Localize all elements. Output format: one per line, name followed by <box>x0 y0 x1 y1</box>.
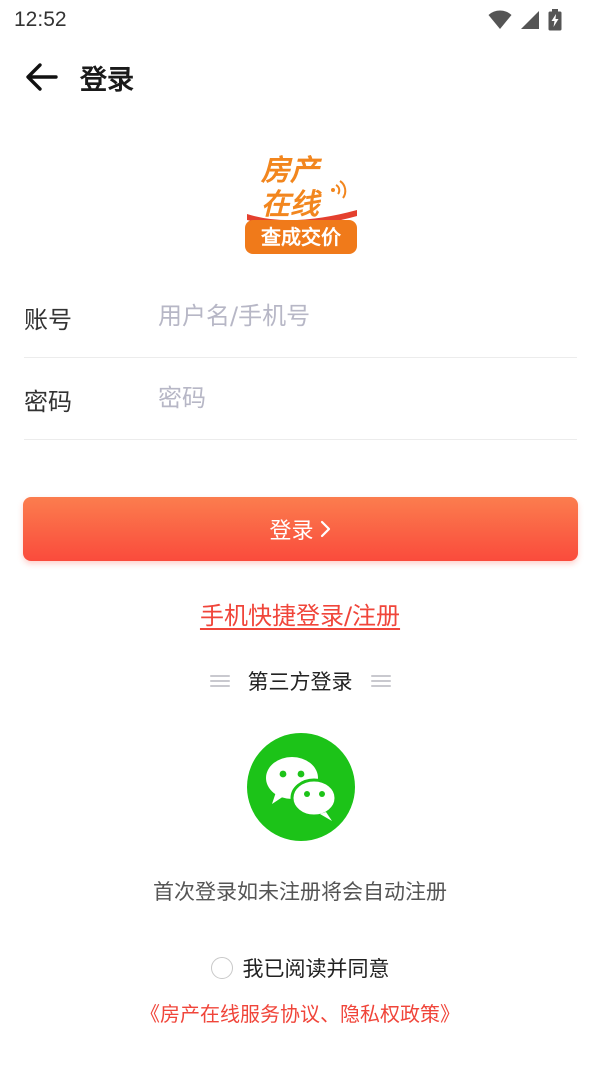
back-button[interactable] <box>22 60 62 94</box>
agreement-label: 我已阅读并同意 <box>242 957 390 981</box>
cell-signal-icon <box>521 11 539 29</box>
login-button-label: 登录 <box>269 519 314 544</box>
wechat-icon <box>247 733 355 841</box>
agreement-checkbox[interactable] <box>210 957 233 979</box>
quick-login-link[interactable]: 手机快捷登录/注册 <box>200 602 400 630</box>
chevron-right-icon <box>320 520 330 538</box>
arrow-left-icon <box>26 63 58 91</box>
policy-link[interactable]: 《房产在线服务协议、隐私权政策》 <box>0 998 600 1027</box>
logo-banner-text: 查成交价 <box>261 225 342 249</box>
divider-lines-right <box>370 675 391 687</box>
logo-text-line2: 在线 <box>261 187 322 221</box>
app-logo: 房产 在线 查成交价 <box>245 153 357 254</box>
account-input[interactable] <box>158 294 568 338</box>
third-party-label: 第三方登录 <box>247 670 353 694</box>
third-party-divider: 第三方登录 <box>0 664 600 698</box>
password-row: 密码 <box>24 358 577 440</box>
login-button[interactable]: 登录 <box>23 497 578 561</box>
divider-lines-left <box>209 675 230 687</box>
app-header: 登录 <box>0 50 600 106</box>
auto-register-note: 首次登录如未注册将会自动注册 <box>153 880 447 904</box>
account-label: 账号 <box>24 306 72 334</box>
battery-charging-icon <box>548 9 562 31</box>
status-bar: 12:52 <box>0 0 600 40</box>
login-screen: 12:52 登录 房产 在线 查成交价 账号 用户名/手机号 密码 登录 手机快… <box>0 0 600 1066</box>
wifi-icon <box>488 10 512 29</box>
page-title: 登录 <box>80 65 134 96</box>
account-row: 账号 <box>24 276 577 358</box>
wechat-login-button[interactable] <box>246 732 356 842</box>
password-label: 密码 <box>24 388 72 416</box>
quick-login-row: 手机快捷登录/注册 <box>0 596 600 631</box>
status-icons <box>488 9 562 31</box>
logo-signal-mark <box>331 180 347 199</box>
status-time: 12:52 <box>14 8 67 31</box>
logo-text-line1: 房产 <box>260 153 323 187</box>
agreement-row: 我已阅读并同意 <box>0 953 600 983</box>
password-input[interactable] <box>158 376 568 420</box>
